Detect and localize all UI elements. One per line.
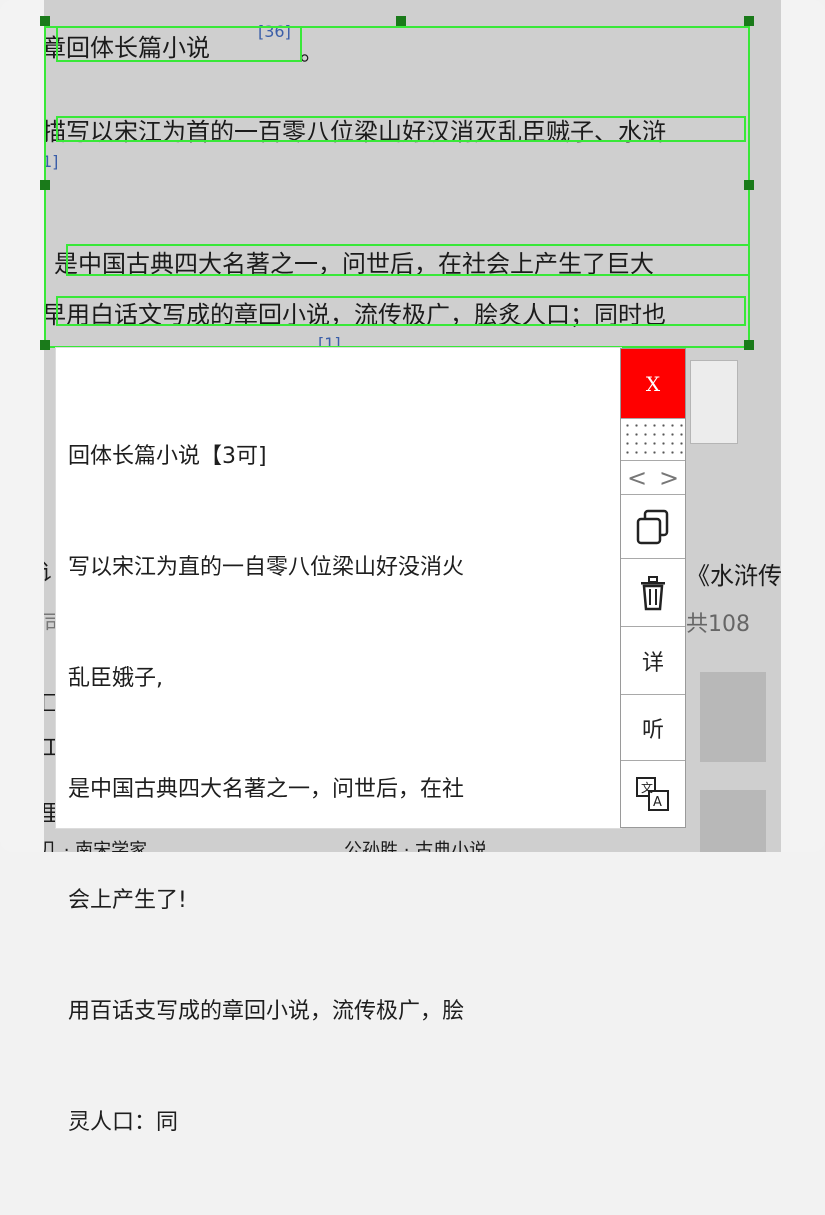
bg-right-title: 《水浒传 <box>686 562 781 590</box>
copy-button[interactable] <box>621 495 685 559</box>
background-card <box>690 360 738 444</box>
svg-text:A: A <box>653 795 662 810</box>
resize-handle-top[interactable] <box>396 16 406 26</box>
resize-handle-right[interactable] <box>744 180 754 190</box>
svg-text:文: 文 <box>641 780 653 795</box>
ocr-line: 回体长篇小说【3可] <box>68 444 267 469</box>
ocr-line: 会上产生了! <box>68 888 187 913</box>
ocr-result-panel[interactable]: 回体长篇小说【3可] 写以宋江为直的一自零八位梁山好没消火 乱臣娥子, 是中国古… <box>56 348 621 1135</box>
trash-icon <box>641 575 665 610</box>
ocr-line: 写以宋江为直的一自零八位梁山好没消火 <box>68 555 465 580</box>
resize-handle-top-right[interactable] <box>744 16 754 26</box>
translate-icon: 文 A <box>636 777 669 811</box>
ocr-text[interactable]: 回体长篇小说【3可] 写以宋江为直的一自零八位梁山好没消火 乱臣娥子, 是中国古… <box>68 364 548 1215</box>
resize-handle-bottom-left[interactable] <box>40 340 50 350</box>
ocr-line: 是中国古典四大名著之一，问世后，在社 <box>68 777 465 802</box>
side-toolbar: X < > 详 听 文 A <box>620 348 686 828</box>
resize-handle-bottom-right[interactable] <box>744 340 754 350</box>
drag-handle[interactable] <box>621 419 685 461</box>
next-button[interactable]: > <box>659 464 679 492</box>
text-line-box-3 <box>66 244 750 276</box>
resize-handle-top-left[interactable] <box>40 16 50 26</box>
delete-button[interactable] <box>621 559 685 627</box>
ocr-line: 用百话支写成的章回小说，流传极广，脍 <box>68 999 465 1024</box>
detail-button[interactable]: 详 <box>621 627 685 695</box>
resize-handle-left[interactable] <box>40 180 50 190</box>
listen-button[interactable]: 听 <box>621 695 685 761</box>
portrait-thumbnail-1 <box>700 672 766 762</box>
translate-button[interactable]: 文 A <box>621 761 685 827</box>
ocr-line: 灵人口：同 <box>68 1110 179 1135</box>
prev-button[interactable]: < <box>627 464 647 492</box>
bg-right-count: 共108 <box>686 612 750 637</box>
text-line-box-2 <box>56 116 746 142</box>
copy-icon <box>636 509 669 544</box>
portrait-thumbnail-2 <box>700 790 766 852</box>
close-button[interactable]: X <box>621 349 685 419</box>
text-line-box-1 <box>56 26 302 62</box>
nav-controls: < > <box>621 461 685 495</box>
text-line-box-4 <box>56 296 746 326</box>
ocr-line: 乱臣娥子, <box>68 666 163 691</box>
